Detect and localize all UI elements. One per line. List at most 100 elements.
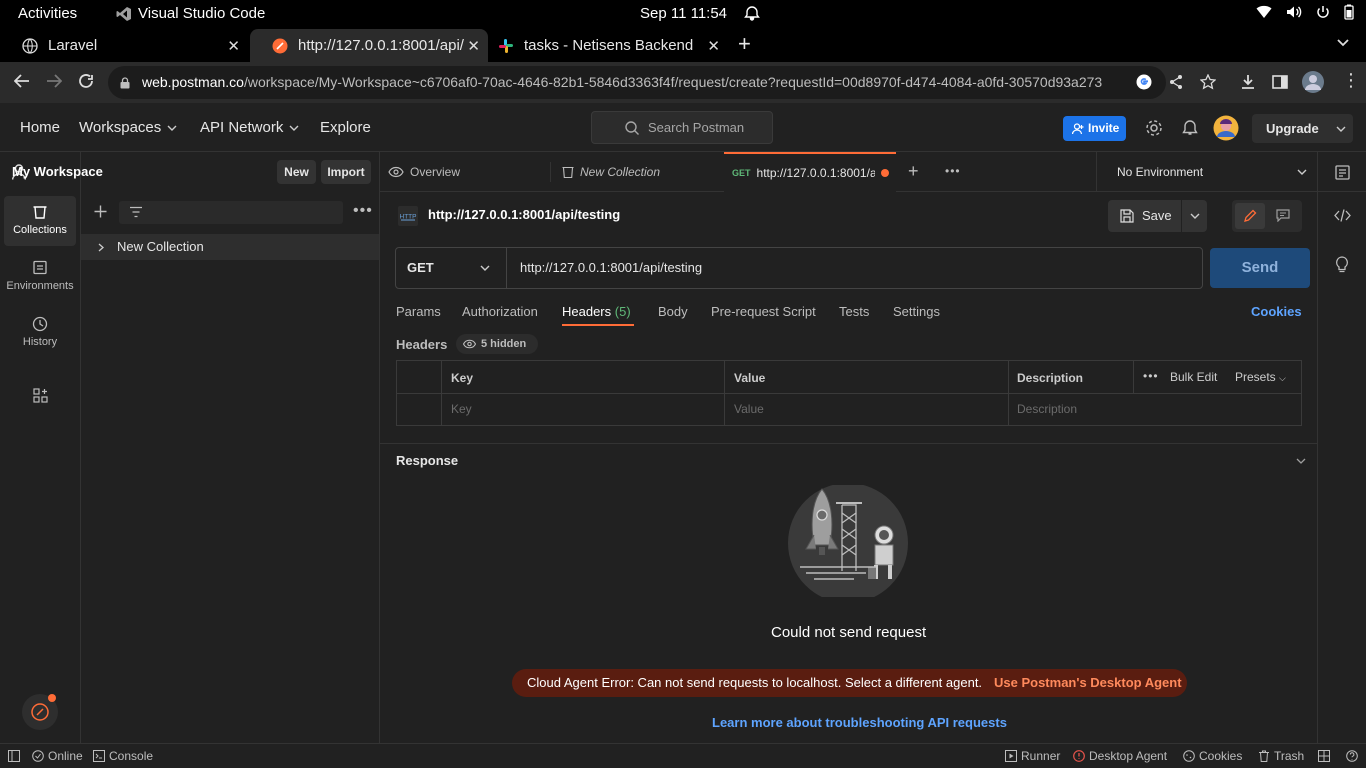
help-icon[interactable] — [1346, 750, 1358, 762]
tab-method-badge: GET — [732, 168, 751, 178]
nav-workspaces[interactable]: Workspaces — [79, 119, 177, 136]
desktop-agent-button[interactable]: Desktop Agent — [1073, 749, 1167, 763]
two-pane-icon[interactable] — [1318, 750, 1330, 762]
battery-icon — [1344, 4, 1354, 20]
configure-workbench-icon[interactable] — [33, 388, 48, 403]
google-icon[interactable] — [1136, 74, 1152, 90]
description-input[interactable]: Description — [1017, 402, 1077, 416]
more-tabs-icon[interactable]: ••• — [945, 164, 961, 178]
profile-avatar-icon[interactable] — [1301, 70, 1325, 94]
hidden-headers-toggle[interactable]: 5 hidden — [456, 334, 538, 354]
online-status[interactable]: Online — [32, 749, 83, 763]
save-label: Save — [1142, 208, 1172, 223]
power-icon — [1317, 6, 1329, 18]
url-input[interactable]: http://127.0.0.1:8001/api/testing — [520, 248, 702, 288]
key-input[interactable]: Key — [451, 402, 472, 416]
reload-icon[interactable] — [78, 73, 94, 89]
browser-tab-slack[interactable]: tasks - Netisens Backend ✕ — [476, 29, 728, 62]
rail-item-collections[interactable]: Collections — [4, 196, 76, 246]
bulk-edit-button[interactable]: Bulk Edit — [1170, 370, 1217, 384]
cookies-button[interactable]: Cookies — [1183, 749, 1242, 763]
tab-authorization[interactable]: Authorization — [462, 304, 538, 319]
trash-button[interactable]: Trash — [1258, 749, 1304, 763]
troubleshooting-link[interactable]: Learn more about troubleshooting API req… — [712, 715, 1007, 730]
browser-tab-postman[interactable]: http://127.0.0.1:8001/api/ ✕ — [250, 29, 488, 62]
address-bar[interactable]: web.postman.co/workspace/My-Workspace~c6… — [108, 66, 1166, 99]
clock[interactable]: Sep 11 11:54 — [640, 5, 727, 22]
code-icon[interactable] — [1334, 209, 1351, 222]
comment-icon[interactable] — [1276, 209, 1290, 222]
edit-mode-button[interactable] — [1235, 203, 1265, 229]
system-tray[interactable] — [1256, 4, 1354, 20]
tab-settings[interactable]: Settings — [893, 304, 940, 319]
tab-active-request[interactable]: GET http://127.0.0.1:8001/ap — [724, 152, 896, 192]
activities-button[interactable]: Activities — [18, 5, 77, 22]
filter-input[interactable] — [119, 201, 343, 224]
rail-item-history[interactable]: History — [4, 308, 76, 358]
new-tab-icon[interactable]: + — [738, 31, 751, 57]
settings-gear-icon[interactable] — [1145, 119, 1163, 137]
tab-tests[interactable]: Tests — [839, 304, 869, 319]
layout-icon[interactable] — [8, 750, 20, 762]
request-title[interactable]: http://127.0.0.1:8001/api/testing — [428, 207, 620, 222]
save-options-button[interactable] — [1182, 200, 1207, 232]
upgrade-label: Upgrade — [1266, 121, 1319, 136]
new-button[interactable]: New — [277, 160, 316, 184]
more-options-icon[interactable]: ••• — [353, 202, 373, 220]
nav-home[interactable]: Home — [20, 119, 60, 136]
chevron-down-icon[interactable] — [1296, 458, 1306, 464]
environment-quick-look-icon[interactable] — [1335, 165, 1351, 181]
tab-new-collection[interactable]: New Collection — [562, 152, 722, 192]
user-avatar-icon[interactable] — [1213, 115, 1239, 141]
new-tab-icon[interactable]: + — [908, 161, 919, 182]
runner-button[interactable]: Runner — [1005, 749, 1060, 763]
tab-overview[interactable]: Overview — [388, 152, 550, 192]
bookmark-star-icon[interactable] — [1200, 74, 1216, 90]
collection-item[interactable]: New Collection — [81, 234, 379, 260]
invite-button[interactable]: Invite — [1063, 116, 1126, 141]
tab-pre-request-script[interactable]: Pre-request Script — [711, 304, 816, 319]
side-panel-icon[interactable] — [1272, 74, 1288, 90]
browser-tab-laravel[interactable]: Laravel ✕ — [0, 29, 248, 62]
workspace-name[interactable]: My Workspace — [12, 164, 103, 179]
presets-dropdown[interactable]: Presets ⌵ — [1235, 370, 1286, 384]
tab-search-chevron-icon[interactable] — [1337, 39, 1349, 47]
cookies-link[interactable]: Cookies — [1251, 304, 1302, 319]
download-icon[interactable] — [1240, 74, 1256, 90]
close-tab-icon[interactable]: ✕ — [707, 37, 720, 55]
search-input[interactable]: Search Postman — [591, 111, 773, 144]
import-button[interactable]: Import — [321, 160, 371, 184]
lightbulb-icon[interactable] — [1335, 256, 1349, 273]
use-desktop-agent-link[interactable]: Use Postman's Desktop Agent — [994, 669, 1182, 697]
active-app-menu[interactable]: Visual Studio Code — [116, 5, 265, 22]
console-button[interactable]: Console — [93, 749, 153, 763]
tab-body[interactable]: Body — [658, 304, 688, 319]
nav-api-network[interactable]: API Network — [200, 119, 299, 136]
save-floppy-icon — [1120, 209, 1134, 223]
table-more-icon[interactable]: ••• — [1143, 369, 1159, 383]
agent-status-button[interactable] — [22, 694, 58, 730]
tab-headers[interactable]: Headers (5) — [562, 304, 631, 319]
upgrade-button[interactable]: Upgrade — [1252, 114, 1353, 143]
cloud-agent-error-banner: Cloud Agent Error: Can not send requests… — [512, 669, 1187, 697]
tab-params[interactable]: Params — [396, 304, 441, 319]
back-icon[interactable] — [14, 73, 30, 89]
response-divider[interactable] — [380, 443, 1317, 444]
chevron-right-icon[interactable] — [98, 243, 104, 252]
nav-explore[interactable]: Explore — [320, 119, 371, 136]
browser-menu-icon[interactable]: ⋮ — [1342, 70, 1360, 91]
forward-icon[interactable] — [46, 73, 62, 89]
save-button[interactable]: Save — [1108, 200, 1181, 232]
add-icon[interactable] — [94, 205, 107, 218]
rail-item-environments[interactable]: Environments — [4, 252, 76, 302]
share-icon[interactable] — [1168, 74, 1184, 90]
send-button[interactable]: Send — [1210, 248, 1310, 288]
method-select[interactable]: GET — [396, 248, 507, 288]
postman-logo-icon — [272, 38, 288, 53]
notification-bell-icon[interactable] — [1182, 119, 1198, 137]
method-label: GET — [407, 260, 434, 275]
close-tab-icon[interactable]: ✕ — [227, 37, 240, 55]
vscode-icon — [116, 6, 131, 21]
environment-selector[interactable]: No Environment — [1096, 152, 1316, 192]
value-input[interactable]: Value — [734, 402, 764, 416]
